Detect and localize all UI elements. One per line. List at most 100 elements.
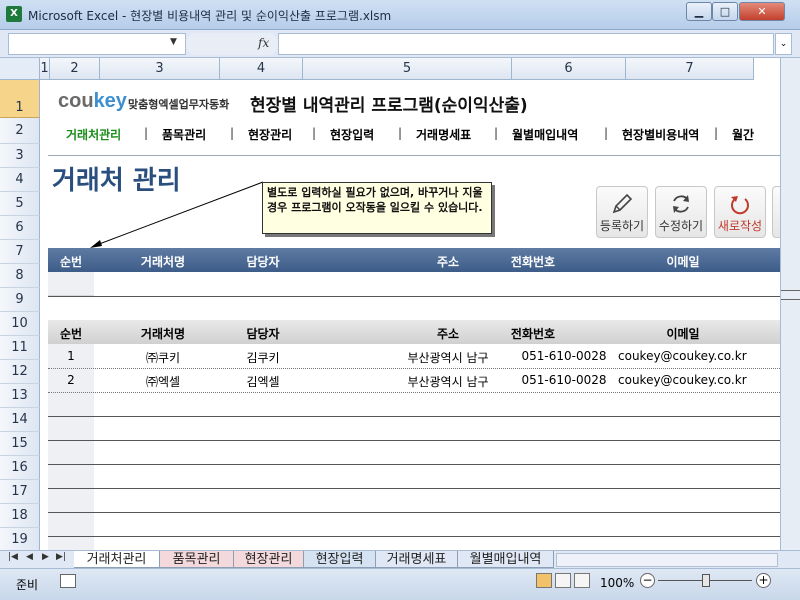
- prev-sheet-icon[interactable]: ◀: [26, 552, 33, 562]
- close-button[interactable]: ✕: [739, 2, 785, 21]
- chevron-down-icon[interactable]: ▼: [170, 37, 177, 47]
- cell-email: coukey@coukey.co.kr: [618, 349, 747, 363]
- column-header[interactable]: 5: [303, 58, 512, 80]
- entry-number-cell[interactable]: [48, 272, 94, 296]
- row-header[interactable]: 5: [0, 192, 40, 216]
- zoom-out-button[interactable]: −: [640, 573, 655, 588]
- row-header[interactable]: 18: [0, 504, 40, 528]
- row-header[interactable]: 3: [0, 144, 40, 168]
- worksheet[interactable]: 1234567 1 2 3 4 5 6 7 8 9 10 11 12 13 14 15 16 17 18 19 co…: [0, 58, 780, 550]
- new-button[interactable]: 새로작성: [714, 186, 766, 238]
- zoom-in-button[interactable]: +: [756, 573, 771, 588]
- row-header[interactable]: 4: [0, 168, 40, 192]
- column-header[interactable]: 3: [100, 58, 220, 80]
- row-header[interactable]: 15: [0, 432, 40, 456]
- row-header[interactable]: 19: [0, 528, 40, 550]
- next-sheet-icon[interactable]: ▶: [42, 552, 49, 562]
- page-break-icon[interactable]: [574, 573, 590, 588]
- row-divider: [48, 416, 780, 417]
- row-divider: [48, 512, 780, 513]
- split-handle[interactable]: [781, 290, 800, 300]
- name-box[interactable]: [8, 33, 186, 55]
- row-header[interactable]: 6: [0, 216, 40, 240]
- cell-no: 2: [67, 373, 75, 387]
- window-title: Microsoft Excel - 현장별 비용내역 관리 및 순이익산출 프로…: [28, 9, 392, 23]
- nav-separator: |: [714, 126, 719, 140]
- refresh-icon: [673, 195, 689, 213]
- pencil-icon: [612, 193, 633, 214]
- expand-formula-icon[interactable]: ⌄: [775, 33, 792, 55]
- nav-item[interactable]: 품목관리: [162, 126, 206, 143]
- nav-item[interactable]: 거래명세표: [416, 126, 471, 143]
- column-header[interactable]: 7: [626, 58, 754, 80]
- row-header[interactable]: 9: [0, 288, 40, 312]
- nav-item[interactable]: 현장입력: [330, 126, 374, 143]
- row-header[interactable]: 1: [0, 80, 40, 118]
- column-title: 전화번호: [510, 255, 556, 269]
- sheet-tab[interactable]: 품목관리: [160, 551, 234, 568]
- sheet-tab-bar: |◀ ◀ ▶ ▶| 거래처관리 품목관리 현장관리 현장입력 거래명세표 월별매입내역: [0, 550, 800, 568]
- formula-input[interactable]: [278, 33, 774, 55]
- nav-item[interactable]: 현장관리: [248, 126, 292, 143]
- column-title: 이메일: [666, 255, 700, 269]
- row-divider: [48, 440, 780, 441]
- row-header[interactable]: 8: [0, 264, 40, 288]
- app-title: 현장별 내역관리 프로그램(순이익산출): [250, 96, 528, 116]
- zoom-level[interactable]: 100%: [600, 576, 634, 590]
- page-layout-icon[interactable]: [555, 573, 571, 588]
- cell-name: ㈜엑셀: [145, 375, 181, 389]
- sheet-tab[interactable]: 현장관리: [234, 551, 304, 568]
- row-header[interactable]: 11: [0, 336, 40, 360]
- reset-icon: [731, 196, 749, 215]
- list-header: 순번 거래처명 담당자 주소 전화번호 이메일: [48, 320, 780, 344]
- row-header[interactable]: 13: [0, 384, 40, 408]
- row-header[interactable]: 12: [0, 360, 40, 384]
- logo: coukey: [58, 90, 127, 112]
- more-button[interactable]: [772, 186, 780, 238]
- cell-phone: 051-610-0028: [521, 349, 607, 363]
- table-row[interactable]: 2 ㈜엑셀 김엑셀 부산광역시 남구 051-610-0028 coukey@coukey…: [48, 368, 780, 392]
- status-ready: 준비: [16, 578, 39, 592]
- row-header[interactable]: 16: [0, 456, 40, 480]
- last-sheet-icon[interactable]: ▶|: [56, 552, 66, 562]
- column-header[interactable]: 4: [220, 58, 303, 80]
- column-header[interactable]: 6: [512, 58, 626, 80]
- zoom-slider-thumb[interactable]: [702, 574, 710, 587]
- sheet-tab[interactable]: 거래명세표: [376, 551, 458, 568]
- fx-icon[interactable]: fx: [258, 36, 269, 50]
- row-header[interactable]: 2: [0, 118, 40, 144]
- first-sheet-icon[interactable]: |◀: [8, 552, 18, 562]
- nav-item[interactable]: 월별매입내역: [512, 126, 578, 143]
- sheet-tab[interactable]: 현장입력: [304, 551, 376, 568]
- nav-separator: |: [398, 126, 403, 140]
- nav-item[interactable]: 현장별비용내역: [622, 126, 699, 143]
- row-divider: [48, 392, 780, 393]
- minimize-button[interactable]: ▁: [686, 2, 712, 21]
- macro-record-icon[interactable]: [60, 574, 76, 588]
- nav-item[interactable]: 거래처관리: [66, 126, 121, 143]
- horizontal-scrollbar[interactable]: [556, 553, 778, 567]
- nav-separator: |: [494, 126, 499, 140]
- maximize-button[interactable]: □: [712, 2, 738, 21]
- column-title: 담당자: [246, 255, 280, 269]
- sheet-tab[interactable]: 월별매입내역: [458, 551, 554, 568]
- row-header[interactable]: 7: [0, 240, 40, 264]
- row-divider: [48, 464, 780, 465]
- sheet-tab[interactable]: 거래처관리: [74, 551, 160, 568]
- row-divider: [48, 536, 780, 537]
- column-title: 순번: [59, 255, 83, 269]
- register-button[interactable]: 등록하기: [596, 186, 648, 238]
- table-row[interactable]: 1 ㈜쿠키 김쿠키 부산광역시 남구 051-610-0028 coukey@coukey…: [48, 344, 780, 368]
- column-header[interactable]: 2: [50, 58, 100, 80]
- vertical-scrollbar[interactable]: [780, 58, 800, 550]
- row-header[interactable]: 17: [0, 480, 40, 504]
- edit-button[interactable]: 수정하기: [655, 186, 707, 238]
- nav-separator: |: [312, 126, 317, 140]
- row-header[interactable]: 14: [0, 408, 40, 432]
- column-header[interactable]: 1: [40, 58, 50, 80]
- excel-icon: X: [6, 6, 22, 22]
- select-all-corner[interactable]: [0, 58, 40, 80]
- nav-item[interactable]: 월간: [732, 126, 754, 143]
- normal-view-icon[interactable]: [536, 573, 552, 588]
- row-header[interactable]: 10: [0, 312, 40, 336]
